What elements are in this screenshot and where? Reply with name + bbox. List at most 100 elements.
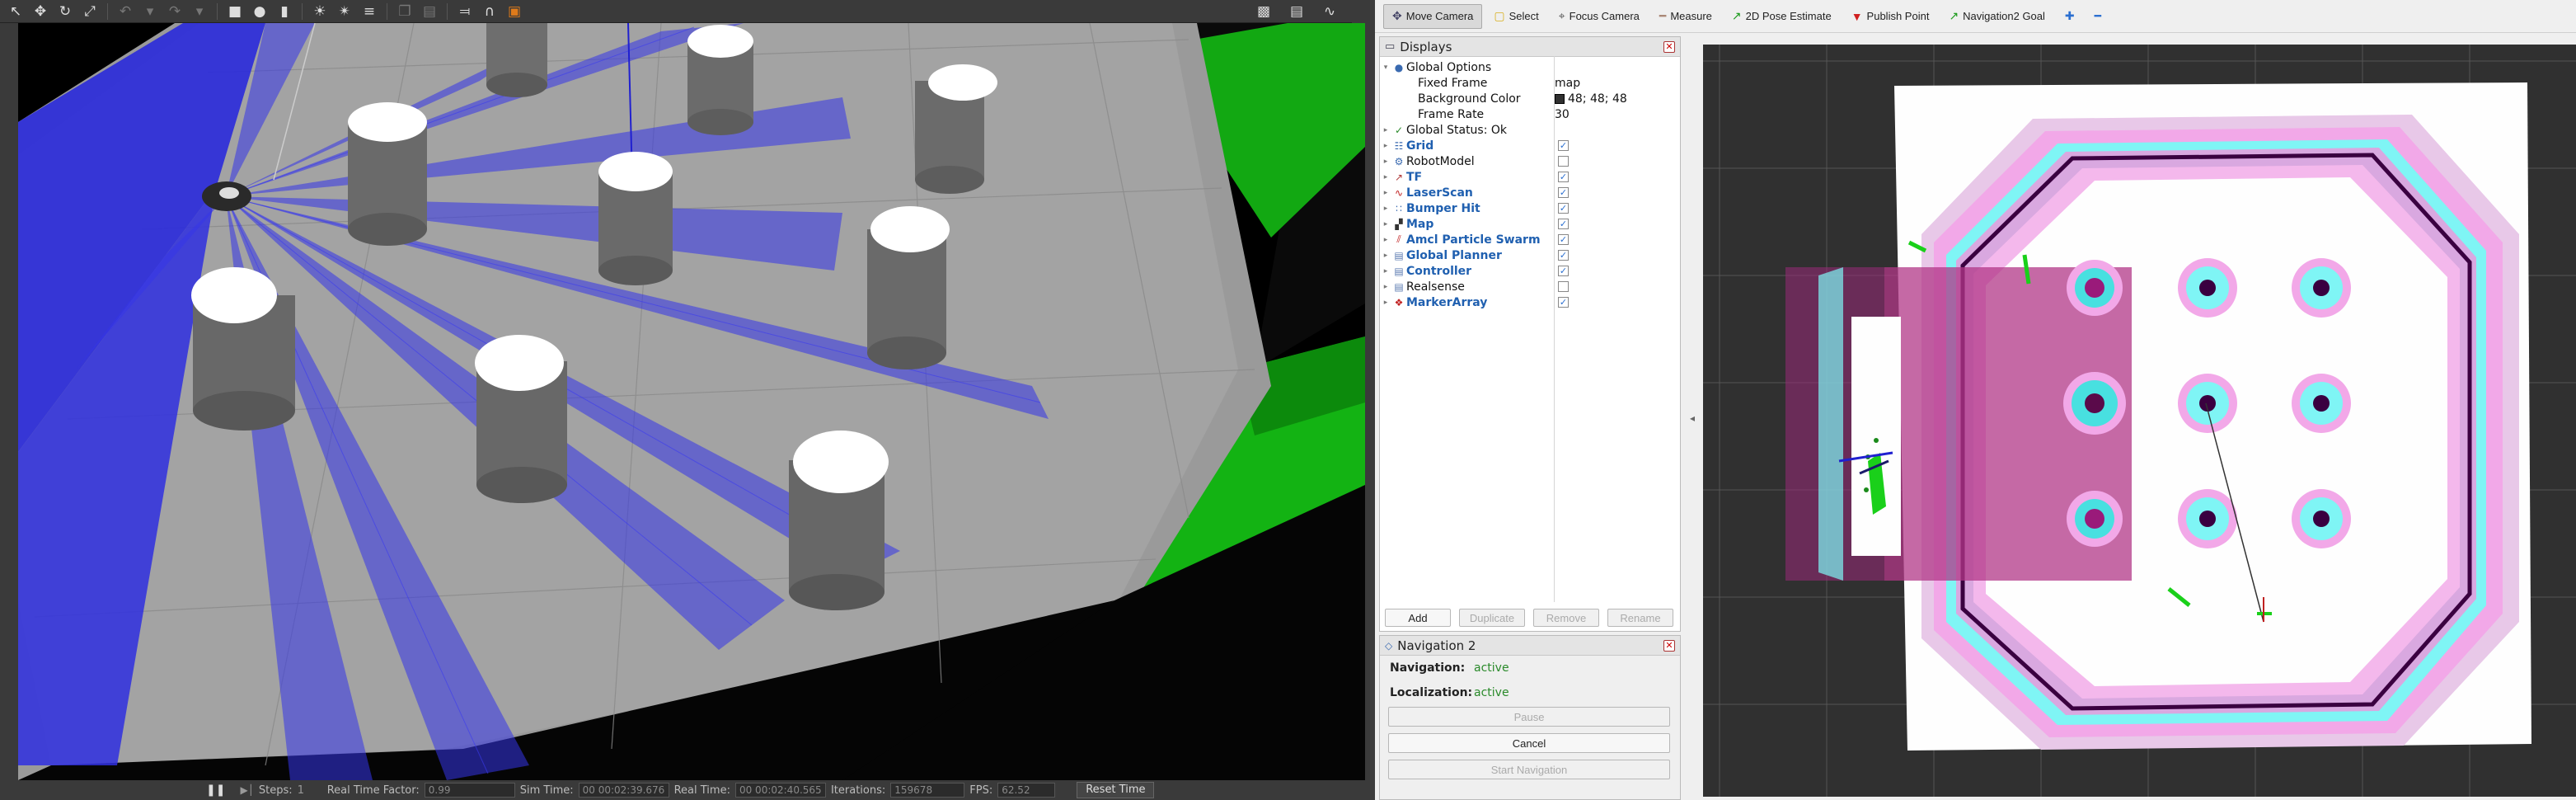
- tree-row-fixed-frame[interactable]: Fixed Frame map: [1380, 75, 1680, 91]
- expand-arrow-icon[interactable]: ▸: [1380, 236, 1391, 244]
- tool-2d-pose-estimate[interactable]: ↗ 2D Pose Estimate: [1724, 4, 1840, 29]
- folder-icon: ▤: [1394, 280, 1404, 293]
- expand-arrow-icon[interactable]: ▸: [1380, 252, 1391, 260]
- enable-checkbox[interactable]: ✓: [1558, 140, 1569, 151]
- align-icon[interactable]: ⫤: [454, 2, 476, 21]
- spot-light-icon[interactable]: ✴: [334, 2, 355, 21]
- expand-arrow-icon[interactable]: ▸: [1380, 299, 1391, 307]
- pause-icon[interactable]: ❚❚: [206, 784, 225, 797]
- gazebo-3d-scene[interactable]: [18, 23, 1365, 780]
- rviz-3d-viewport[interactable]: [1703, 45, 2576, 797]
- color-swatch: [1555, 93, 1565, 104]
- tool-publish-point[interactable]: ▼ Publish Point: [1843, 4, 1938, 29]
- tree-row-laserscan[interactable]: ▸ ∿ LaserScan ✓: [1380, 185, 1680, 200]
- enable-checkbox[interactable]: [1558, 281, 1569, 292]
- expand-arrow-icon[interactable]: ▸: [1380, 267, 1391, 275]
- frame-rate-value[interactable]: 30: [1555, 108, 1570, 121]
- redo-icon[interactable]: ↷: [164, 2, 185, 21]
- scale-icon[interactable]: ⤢: [79, 2, 101, 21]
- copy-icon[interactable]: ❐: [394, 2, 415, 21]
- tool-measure[interactable]: ━ Measure: [1651, 4, 1720, 29]
- expand-arrow-icon[interactable]: ▸: [1380, 189, 1391, 197]
- gazebo-left-panel-collapsed[interactable]: [0, 23, 18, 780]
- tool-navigation2-goal[interactable]: ↗ Navigation2 Goal: [1940, 4, 2053, 29]
- redo-history-icon[interactable]: ▾: [189, 2, 210, 21]
- screenshot-icon[interactable]: ▩: [1253, 2, 1274, 21]
- change-view-icon[interactable]: ▣: [504, 2, 525, 21]
- tree-row-frame-rate[interactable]: Frame Rate 30: [1380, 106, 1680, 122]
- localization-status: active: [1474, 686, 1509, 699]
- enable-checkbox[interactable]: ✓: [1558, 266, 1569, 276]
- tree-row-global-planner[interactable]: ▸ ▤ Global Planner ✓: [1380, 247, 1680, 263]
- enable-checkbox[interactable]: ✓: [1558, 250, 1569, 261]
- tool-focus-camera[interactable]: ⌖ Focus Camera: [1551, 4, 1648, 29]
- close-icon[interactable]: ✕: [1663, 639, 1675, 652]
- background-color-label: Background Color: [1418, 92, 1521, 106]
- collapse-arrow-icon[interactable]: ▾: [1380, 64, 1391, 72]
- add-display-button[interactable]: Add: [1385, 609, 1451, 627]
- tool-select[interactable]: ▢ Select: [1485, 4, 1546, 29]
- panel-collapse-handle[interactable]: ◂: [1682, 36, 1703, 800]
- tree-row-markerarray[interactable]: ▸ ❖ MarkerArray ✓: [1380, 294, 1680, 310]
- duplicate-display-button[interactable]: Duplicate: [1459, 609, 1525, 627]
- chevron-left-icon[interactable]: ◂: [1690, 412, 1695, 424]
- log-icon[interactable]: ▤: [1286, 2, 1307, 21]
- remove-tool-button[interactable]: ━: [2086, 4, 2109, 29]
- fixed-frame-value[interactable]: map: [1555, 77, 1580, 90]
- tree-row-background-color[interactable]: Background Color 48; 48; 48: [1380, 91, 1680, 106]
- close-icon[interactable]: ✕: [1663, 40, 1675, 53]
- undo-history-icon[interactable]: ▾: [139, 2, 161, 21]
- expand-arrow-icon[interactable]: ▸: [1380, 205, 1391, 213]
- steps-value[interactable]: 1: [298, 784, 322, 797]
- plot-icon[interactable]: ∿: [1319, 2, 1340, 21]
- enable-checkbox[interactable]: ✓: [1558, 187, 1569, 198]
- enable-checkbox[interactable]: ✓: [1558, 219, 1569, 229]
- start-navigation-button[interactable]: Start Navigation: [1388, 760, 1670, 779]
- tool-move-camera[interactable]: ✥ Move Camera: [1383, 3, 1483, 29]
- enable-checkbox[interactable]: ✓: [1558, 234, 1569, 245]
- expand-arrow-icon[interactable]: ▸: [1380, 283, 1391, 291]
- map-icon: ▞: [1395, 218, 1403, 230]
- undo-icon[interactable]: ↶: [115, 2, 136, 21]
- enable-checkbox[interactable]: [1558, 156, 1569, 167]
- cancel-button[interactable]: Cancel: [1388, 733, 1670, 753]
- enable-checkbox[interactable]: ✓: [1558, 297, 1569, 308]
- remove-display-button[interactable]: Remove: [1533, 609, 1599, 627]
- reset-time-button[interactable]: Reset Time: [1077, 782, 1155, 798]
- rename-display-button[interactable]: Rename: [1607, 609, 1673, 627]
- tree-row-grid[interactable]: ▸ ☷ Grid ✓: [1380, 138, 1680, 153]
- enable-checkbox[interactable]: ✓: [1558, 203, 1569, 214]
- step-icon[interactable]: ▶│: [240, 784, 253, 796]
- expand-arrow-icon[interactable]: ▸: [1380, 173, 1391, 181]
- box-icon[interactable]: ■: [224, 2, 246, 21]
- toolbar-divider: [107, 2, 108, 20]
- expand-arrow-icon[interactable]: ▸: [1380, 158, 1391, 166]
- tree-row-amcl-particle-swarm[interactable]: ▸ ⫽ Amcl Particle Swarm ✓: [1380, 232, 1680, 247]
- column-divider[interactable]: [1554, 56, 1555, 602]
- expand-arrow-icon[interactable]: ▸: [1380, 126, 1391, 134]
- point-light-icon[interactable]: ☀: [309, 2, 331, 21]
- tree-row-tf[interactable]: ▸ ↗ TF ✓: [1380, 169, 1680, 185]
- translate-icon[interactable]: ✥: [30, 2, 51, 21]
- snap-icon[interactable]: ∩: [479, 2, 500, 21]
- tree-row-map[interactable]: ▸ ▞ Map ✓: [1380, 216, 1680, 232]
- tree-row-robotmodel[interactable]: ▸ ⚙ RobotModel: [1380, 153, 1680, 169]
- cylinder-icon[interactable]: ▮: [274, 2, 295, 21]
- tree-row-bumper-hit[interactable]: ▸ ∷ Bumper Hit ✓: [1380, 200, 1680, 216]
- tree-row-global-status[interactable]: ▸ ✓ Global Status: Ok: [1380, 122, 1680, 138]
- tree-row-realsense[interactable]: ▸ ▤ Realsense: [1380, 279, 1680, 294]
- enable-checkbox[interactable]: ✓: [1558, 172, 1569, 182]
- tree-row-global-options[interactable]: ▾ ● Global Options: [1380, 59, 1680, 75]
- background-color-value[interactable]: 48; 48; 48: [1555, 92, 1627, 106]
- rotate-icon[interactable]: ↻: [54, 2, 76, 21]
- expand-arrow-icon[interactable]: ▸: [1380, 142, 1391, 150]
- sphere-icon[interactable]: ●: [249, 2, 270, 21]
- tree-row-controller[interactable]: ▸ ▤ Controller ✓: [1380, 263, 1680, 279]
- display-name: TF: [1406, 170, 1423, 184]
- pause-button[interactable]: Pause: [1388, 707, 1670, 727]
- expand-arrow-icon[interactable]: ▸: [1380, 220, 1391, 228]
- paste-icon[interactable]: ▤: [419, 2, 440, 21]
- directional-light-icon[interactable]: ≡: [359, 2, 380, 21]
- select-arrow-icon[interactable]: ↖: [5, 2, 26, 21]
- add-tool-button[interactable]: ✚: [2057, 4, 2083, 29]
